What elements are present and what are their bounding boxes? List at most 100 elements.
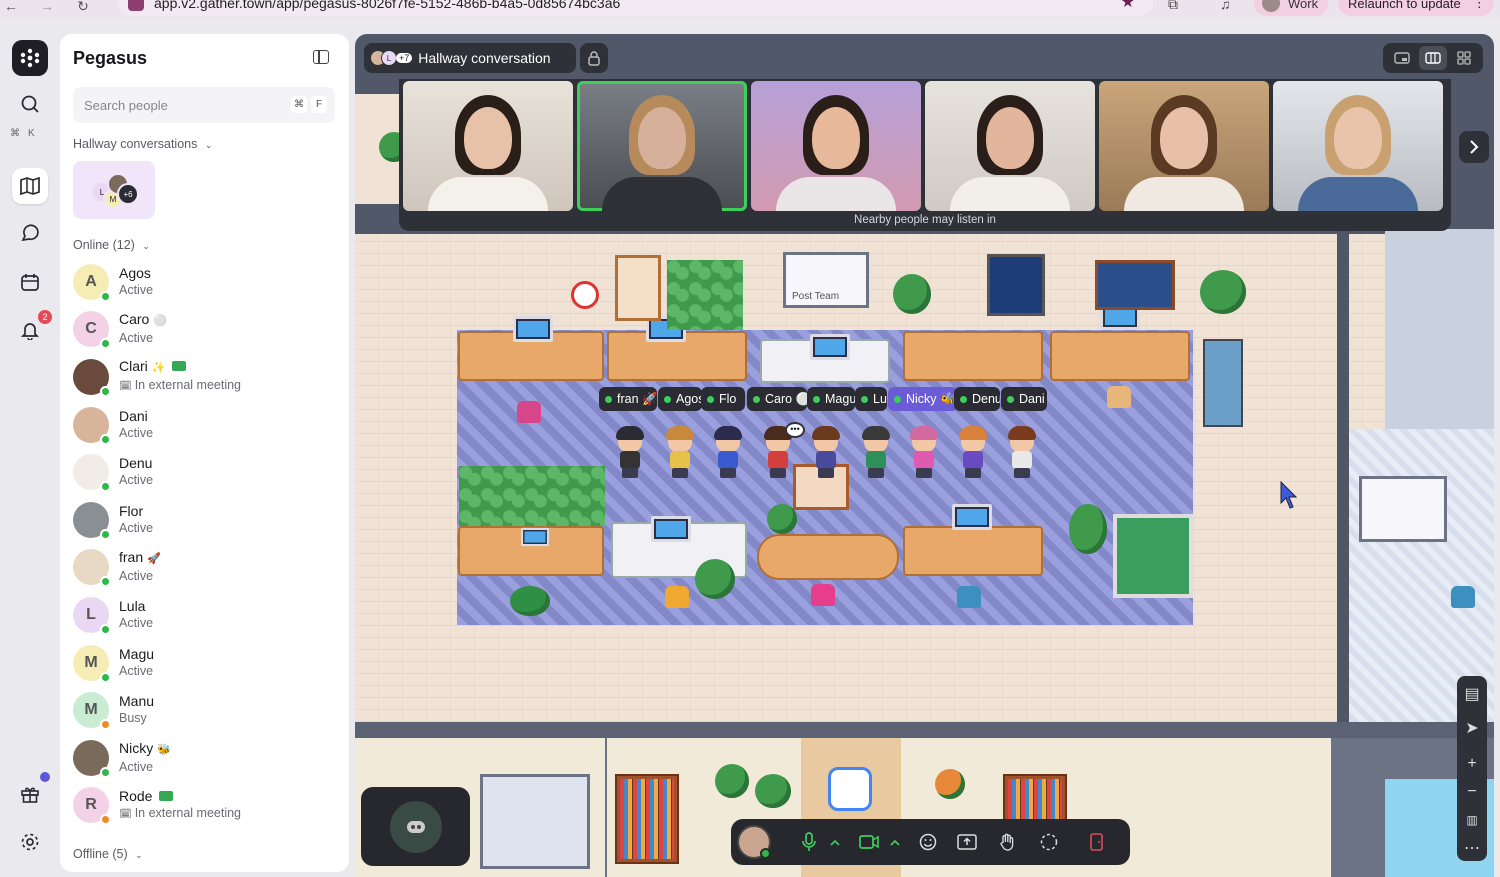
avatar-character[interactable]	[711, 426, 745, 480]
url-text: app.v2.gather.town/app/pegasus-8026f7fe-…	[154, 0, 621, 11]
avatar-name-chip[interactable]: Caro ⚪	[747, 387, 807, 411]
emoji-icon[interactable]	[909, 825, 947, 859]
settings-gear-icon[interactable]	[12, 824, 48, 860]
avatar-character[interactable]	[859, 426, 893, 480]
zoom-out-icon[interactable]: −	[1457, 778, 1487, 806]
more-menu-icon[interactable]: ⋮	[1473, 0, 1486, 11]
avatar-name-chip[interactable]: Lula	[855, 387, 887, 411]
person-row[interactable]: Flor Active	[73, 496, 343, 544]
avatar-initial: M	[84, 653, 98, 671]
google-meet-portal-icon[interactable]	[828, 767, 872, 811]
hallway-conversations-toggle[interactable]: Hallway conversations ⌄	[73, 137, 212, 151]
address-bar[interactable]: app.v2.gather.town/app/pegasus-8026f7fe-…	[118, 0, 1153, 16]
lock-icon[interactable]	[580, 43, 608, 73]
build-tool-icon[interactable]: ▤	[1457, 680, 1487, 708]
avatar-name-chip[interactable]: Magu	[807, 387, 855, 411]
chevron-down-icon: ⌄	[142, 241, 150, 251]
person-row[interactable]: M Manu Busy	[73, 686, 343, 734]
notifications-bell-icon[interactable]: 2	[12, 310, 52, 348]
conversation-header[interactable]: L +7 Hallway conversation	[364, 43, 576, 73]
video-tile[interactable]	[1273, 81, 1443, 211]
person-row[interactable]: M Magu Active	[73, 639, 343, 687]
reload-icon[interactable]: ↻	[72, 0, 94, 15]
chevron-right-icon[interactable]	[1459, 131, 1489, 163]
online-toggle[interactable]: Online (12) ⌄	[73, 238, 150, 252]
avatar-name-chip[interactable]: Flo	[701, 387, 745, 411]
more-icon[interactable]: ⋯	[1457, 834, 1487, 862]
whiteboard[interactable]	[1359, 476, 1447, 542]
self-avatar[interactable]	[737, 825, 771, 859]
chevron-up-icon[interactable]	[827, 825, 843, 859]
video-tile[interactable]	[577, 81, 747, 211]
avatar-name-chip[interactable]: Nicky 🐝	[888, 387, 958, 411]
raise-hand-icon[interactable]	[987, 825, 1027, 859]
video-tile[interactable]	[403, 81, 573, 211]
zoom-in-icon[interactable]: +	[1457, 750, 1487, 778]
video-tile[interactable]	[925, 81, 1095, 211]
avatar-character[interactable]	[663, 426, 697, 480]
person-row[interactable]: C Caro ⚪ Active	[73, 306, 343, 354]
gift-icon[interactable]	[12, 772, 50, 812]
strip-view-icon[interactable]	[1418, 46, 1447, 70]
shortcut-cmd: ⌘	[291, 96, 307, 113]
select-area-icon[interactable]	[1027, 825, 1071, 859]
person-name: Manu	[119, 693, 155, 710]
video-tile[interactable]	[1099, 81, 1269, 211]
monitor	[513, 316, 553, 342]
back-icon[interactable]: ←	[0, 0, 22, 14]
calendar-icon[interactable]	[12, 264, 48, 300]
avatar-character[interactable]	[613, 426, 647, 480]
avatar-character[interactable]	[1005, 426, 1039, 480]
forward-icon[interactable]: →	[36, 0, 58, 14]
person-row[interactable]: Dani Active	[73, 401, 343, 449]
profile-button[interactable]: Work	[1254, 0, 1328, 16]
whiteboard[interactable]: Post Team	[783, 252, 869, 308]
collapse-sidebar-icon[interactable]	[313, 50, 329, 64]
person-row[interactable]: Denu Active	[73, 448, 343, 496]
person-row[interactable]: R Rode 🗓 In external meeting	[73, 782, 343, 830]
grid-view-icon[interactable]	[1450, 46, 1478, 70]
chip-label: Caro ⚪	[765, 391, 807, 406]
people-panel: Pegasus Search people ⌘ F Hallway conver…	[60, 34, 349, 872]
map-icon[interactable]	[12, 168, 48, 204]
search-icon[interactable]	[12, 86, 48, 122]
call-controls	[731, 819, 1130, 865]
extensions-icon[interactable]: ⧉	[1168, 0, 1178, 13]
avatar-name-chip[interactable]: Agos	[658, 387, 702, 411]
picture-in-picture-icon[interactable]	[1388, 46, 1416, 70]
search-people-input[interactable]: Search people ⌘ F	[73, 87, 335, 123]
chevron-up-icon[interactable]	[887, 825, 903, 859]
bookmark-star-icon[interactable]: ★	[1121, 0, 1135, 12]
person-row[interactable]: fran 🚀 Active	[73, 544, 343, 592]
offline-toggle[interactable]: Offline (5) ⌄	[73, 847, 143, 861]
avatar-name-chip[interactable]: Dani	[1001, 387, 1047, 411]
avatar-name-chip[interactable]: fran 🚀	[599, 387, 657, 411]
locate-me-icon[interactable]: ➤	[1457, 714, 1487, 742]
avatar-name-chip[interactable]: Denu	[954, 387, 1000, 411]
ping-pong-table[interactable]	[1113, 514, 1193, 598]
person-row[interactable]: Nicky 🐝 Active	[73, 734, 343, 782]
person-row[interactable]: Clari ✨ 🗓 In external meeting	[73, 353, 343, 401]
minimap-toggle-icon[interactable]: ▥	[1457, 806, 1487, 834]
video-tile[interactable]	[751, 81, 921, 211]
media-controls-icon[interactable]: ♫	[1220, 0, 1231, 12]
camera-icon[interactable]	[851, 825, 887, 859]
chat-icon[interactable]	[12, 216, 48, 252]
minimap[interactable]	[361, 787, 470, 866]
relaunch-button[interactable]: Relaunch to update ⋮	[1338, 0, 1494, 16]
artwork	[615, 255, 661, 321]
avatar-character[interactable]	[907, 426, 941, 480]
person-row[interactable]: A Agos Active	[73, 258, 343, 306]
hallway-conversation-card[interactable]: L M +6	[73, 161, 155, 219]
microphone-icon[interactable]	[791, 825, 827, 859]
leave-call-icon[interactable]	[1075, 825, 1119, 859]
gather-logo-icon[interactable]	[12, 40, 48, 76]
avatar-character[interactable]	[809, 426, 843, 480]
screen-share-icon[interactable]	[947, 825, 987, 859]
chip-label: Nicky 🐝	[906, 391, 956, 406]
monitor	[952, 504, 992, 530]
status-dot	[605, 395, 612, 403]
person-row[interactable]: L Lula Active	[73, 591, 343, 639]
cabinet	[480, 774, 590, 869]
avatar-character[interactable]	[956, 426, 990, 480]
